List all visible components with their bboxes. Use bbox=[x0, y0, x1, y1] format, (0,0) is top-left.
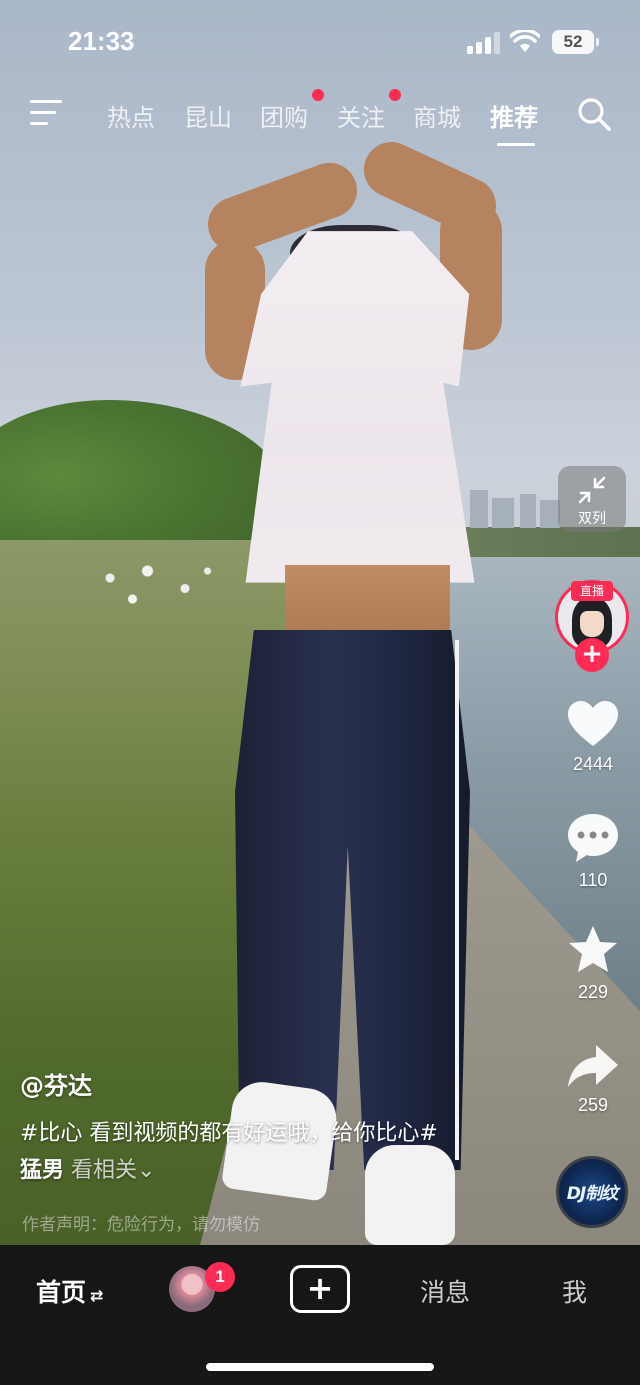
share-button[interactable]: 259 bbox=[560, 1043, 626, 1116]
music-disc[interactable]: DJ制纹 bbox=[556, 1156, 628, 1228]
active-tab-indicator bbox=[497, 143, 535, 146]
building bbox=[470, 490, 488, 528]
video-player[interactable] bbox=[0, 0, 640, 1245]
nav-messages[interactable]: 消息 bbox=[420, 1273, 470, 1309]
collapse-arrows-icon bbox=[578, 476, 606, 504]
share-count: 259 bbox=[577, 1095, 609, 1115]
cellular-signal-icon bbox=[467, 32, 501, 54]
like-count: 2444 bbox=[572, 754, 614, 774]
dual-column-button[interactable]: 双列 bbox=[558, 466, 626, 532]
star-icon bbox=[569, 926, 617, 972]
comment-button[interactable]: 110 bbox=[560, 812, 626, 891]
top-nav: 热点 昆山 团购 关注 商城 推荐 bbox=[0, 88, 640, 148]
menu-icon[interactable] bbox=[30, 100, 62, 126]
comment-count: 110 bbox=[578, 870, 608, 890]
status-bar: 21:33 52 bbox=[0, 0, 640, 80]
white-shirt bbox=[240, 231, 475, 583]
building bbox=[520, 494, 536, 528]
building bbox=[492, 498, 514, 528]
live-badge: 直播 bbox=[571, 581, 613, 601]
like-button[interactable]: 2444 bbox=[560, 700, 626, 775]
follow-button[interactable]: + bbox=[575, 638, 609, 672]
group-buy-notification-dot bbox=[312, 89, 324, 101]
tab-mall[interactable]: 商城 bbox=[413, 98, 461, 133]
tab-recommended[interactable]: 推荐 bbox=[490, 98, 538, 133]
status-time: 21:33 bbox=[68, 26, 135, 56]
avatar-face bbox=[580, 611, 604, 637]
create-button[interactable]: + bbox=[290, 1265, 350, 1313]
see-related-link[interactable]: 看相关⌄ bbox=[71, 1158, 155, 1183]
battery-icon: 52 bbox=[552, 30, 599, 54]
video-description: #比心 看到视频的都有好运哦，给你比心# 猛男 看相关⌄ bbox=[20, 1115, 520, 1189]
nav-home-label: 首页 bbox=[36, 1278, 87, 1307]
swap-icon: ⇄ bbox=[90, 1286, 104, 1305]
wifi-icon bbox=[510, 30, 540, 52]
favorite-count: 229 bbox=[577, 982, 609, 1002]
author-name[interactable]: @芬达 bbox=[20, 1066, 92, 1101]
nav-me[interactable]: 我 bbox=[562, 1273, 587, 1309]
building bbox=[540, 500, 560, 528]
following-notification-dot bbox=[389, 89, 401, 101]
home-indicator[interactable] bbox=[206, 1363, 434, 1371]
friends-notification-badge: 1 bbox=[205, 1262, 235, 1292]
heart-icon bbox=[568, 701, 618, 746]
hashtag-link[interactable]: 猛男 bbox=[20, 1158, 64, 1183]
tab-following[interactable]: 关注 bbox=[337, 98, 385, 133]
nav-home[interactable]: 首页 ⇄ bbox=[36, 1273, 103, 1309]
tab-kunshan[interactable]: 昆山 bbox=[184, 98, 232, 133]
comment-icon bbox=[568, 814, 618, 862]
pants-stripe bbox=[455, 640, 459, 1160]
music-disc-label: DJ制纹 bbox=[566, 1184, 618, 1204]
description-line: #比心 看到视频的都有好运哦，给你比心# bbox=[20, 1121, 438, 1146]
favorite-button[interactable]: 229 bbox=[560, 924, 626, 1003]
dual-column-label: 双列 bbox=[578, 511, 606, 527]
description-line-2: 猛男 看相关⌄ bbox=[20, 1152, 520, 1189]
tab-group-buy[interactable]: 团购 bbox=[260, 98, 308, 133]
share-arrow-icon bbox=[568, 1045, 618, 1087]
tab-hot[interactable]: 热点 bbox=[107, 98, 155, 133]
risk-disclaimer: 作者声明：危险行为，请勿模仿 bbox=[22, 1215, 260, 1235]
white-flowers bbox=[80, 550, 230, 620]
search-icon[interactable] bbox=[576, 96, 612, 132]
